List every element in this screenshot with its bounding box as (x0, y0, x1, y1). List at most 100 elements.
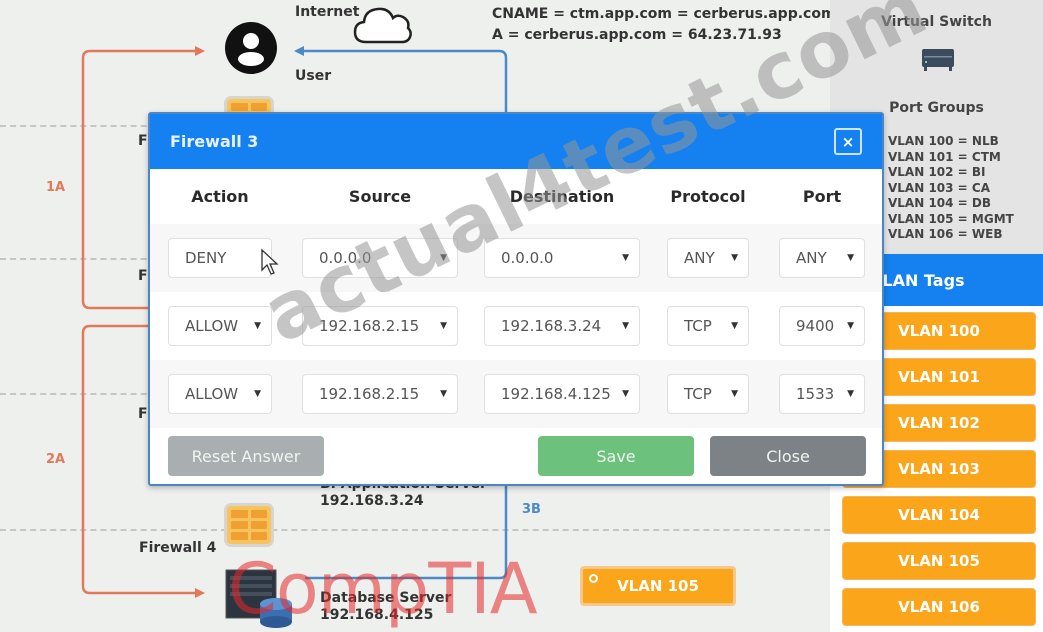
select-value: ANY (796, 249, 827, 267)
select-value: 9400 (796, 317, 835, 335)
caret-down-icon: ▼ (440, 321, 447, 331)
select-value: ANY (684, 249, 715, 267)
select-value: 0.0.0.0 (501, 249, 554, 267)
close-button[interactable]: Close (710, 436, 866, 476)
port-group-item: VLAN 104 = DB (888, 196, 992, 210)
action-select[interactable]: ALLOW ▼ (168, 374, 272, 414)
firewall-rules-modal: Firewall 3 × Action Source Destination P… (148, 112, 884, 486)
port-select[interactable]: ANY ▼ (779, 238, 865, 278)
dns-cname-record: CNAME = ctm.app.com = cerberus.app.com (492, 6, 836, 22)
switch-icon (922, 49, 954, 71)
column-header-source: Source (348, 187, 412, 206)
caret-down-icon: ▼ (731, 389, 738, 399)
firewall-2-label-partial: F (138, 268, 148, 284)
source-select[interactable]: 0.0.0.0 ▼ (302, 238, 458, 278)
reset-answer-button[interactable]: Reset Answer (168, 436, 324, 476)
port-group-item: VLAN 100 = NLB (888, 134, 999, 148)
vlan-tag-106[interactable]: VLAN 106 (842, 588, 1036, 626)
rule-row: ALLOW ▼ 192.168.2.15 ▼ 192.168.3.24 ▼ TCP ▼ … (150, 292, 882, 360)
rules-table-header: Action Source Destination Protocol Port (150, 169, 882, 224)
protocol-select[interactable]: ANY ▼ (667, 238, 749, 278)
database-server-icon[interactable] (224, 568, 296, 628)
select-value: ALLOW (185, 385, 239, 403)
rules-table: Action Source Destination Protocol Port … (150, 169, 882, 428)
caret-down-icon: ▼ (440, 389, 447, 399)
bi-server-ip: 192.168.3.24 (320, 493, 424, 509)
protocol-select[interactable]: TCP ▼ (667, 306, 749, 346)
modal-footer: Reset Answer Save Close (150, 432, 882, 484)
port-select[interactable]: 1533 ▼ (779, 374, 865, 414)
caret-down-icon: ▼ (254, 321, 261, 331)
column-header-port: Port (802, 187, 842, 206)
source-select[interactable]: 192.168.2.15 ▼ (302, 374, 458, 414)
close-icon: × (841, 132, 855, 151)
select-value: TCP (684, 385, 712, 403)
select-value: 192.168.2.15 (319, 385, 420, 403)
destination-select[interactable]: 192.168.3.24 ▼ (484, 306, 640, 346)
route-blue-arrow (294, 46, 304, 56)
caret-down-icon: ▼ (622, 253, 629, 263)
route-1a-label: 1A (46, 180, 66, 195)
port-groups-list: VLAN 100 = NLB VLAN 101 = CTM VLAN 102 =… (888, 134, 1014, 243)
modal-header: Firewall 3 (150, 114, 882, 169)
db-server-label: Database Server 192.168.4.125 (320, 590, 451, 624)
modal-close-button[interactable]: × (834, 128, 862, 155)
tag-pin-icon (589, 574, 598, 583)
dns-records: CNAME = ctm.app.com = cerberus.app.com A… (492, 4, 836, 46)
caret-down-icon: ▼ (847, 253, 854, 263)
port-group-item: VLAN 103 = CA (888, 180, 990, 195)
route-3b-label: 3B (522, 502, 541, 517)
caret-down-icon: ▼ (731, 321, 738, 331)
caret-down-icon: ▼ (440, 253, 447, 263)
placed-vlan-tag[interactable]: VLAN 105 (580, 566, 736, 606)
select-value: 0.0.0.0 (319, 249, 372, 267)
firewall-4-label: Firewall 4 (139, 540, 217, 556)
protocol-select[interactable]: TCP ▼ (667, 374, 749, 414)
source-select[interactable]: 192.168.2.15 ▼ (302, 306, 458, 346)
caret-down-icon: ▼ (731, 253, 738, 263)
select-value: 1533 (796, 385, 835, 403)
db-server-name: Database Server (320, 590, 452, 606)
firewall-4-icon[interactable] (224, 503, 274, 547)
column-header-destination: Destination (509, 187, 615, 206)
caret-down-icon: ▼ (254, 389, 261, 399)
caret-down-icon: ▼ (847, 389, 854, 399)
user-label: User (295, 68, 332, 84)
route-1a-arrow (195, 46, 205, 56)
route-2a-arrow (195, 588, 205, 598)
port-group-item: VLAN 106 = WEB (888, 227, 1003, 241)
route-2a-label: 2A (46, 452, 66, 467)
caret-down-icon: ▼ (622, 389, 629, 399)
port-select[interactable]: 9400 ▼ (779, 306, 865, 346)
select-value: 192.168.3.24 (501, 317, 602, 335)
user-icon[interactable] (224, 21, 278, 75)
port-group-item: VLAN 102 = BI (888, 165, 986, 179)
rule-row: ALLOW ▼ 192.168.2.15 ▼ 192.168.4.125 ▼ TCP ▼… (150, 360, 882, 428)
action-select[interactable]: ALLOW ▼ (168, 306, 272, 346)
mouse-cursor-icon (261, 248, 279, 275)
dns-a-record: A = cerberus.app.com = 64.23.71.93 (492, 27, 782, 43)
port-group-item: VLAN 105 = MGMT (888, 211, 1014, 226)
select-value: 192.168.2.15 (319, 317, 420, 335)
modal-title: Firewall 3 (170, 132, 259, 151)
column-header-protocol: Protocol (670, 187, 746, 206)
vlan-tag-105[interactable]: VLAN 105 (842, 542, 1036, 580)
column-header-action: Action (191, 187, 249, 206)
port-group-item: VLAN 101 = CTM (888, 149, 1001, 164)
cloud-icon (353, 7, 412, 44)
select-value: TCP (684, 317, 712, 335)
caret-down-icon: ▼ (622, 321, 629, 331)
firewall-3-label-partial: F (138, 406, 148, 422)
save-button[interactable]: Save (538, 436, 694, 476)
caret-down-icon: ▼ (847, 321, 854, 331)
internet-label: Internet (295, 4, 360, 20)
action-select[interactable]: DENY▼ (168, 238, 272, 278)
virtual-switch-title: Virtual Switch (881, 14, 992, 30)
destination-select[interactable]: 192.168.4.125 ▼ (484, 374, 640, 414)
select-value: 192.168.4.125 (501, 385, 611, 403)
vlan-tag-104[interactable]: VLAN 104 (842, 496, 1036, 534)
db-server-ip: 192.168.4.125 (320, 607, 434, 623)
destination-select[interactable]: 0.0.0.0 ▼ (484, 238, 640, 278)
placed-vlan-label: VLAN 105 (617, 577, 699, 595)
select-value: DENY (185, 249, 227, 267)
